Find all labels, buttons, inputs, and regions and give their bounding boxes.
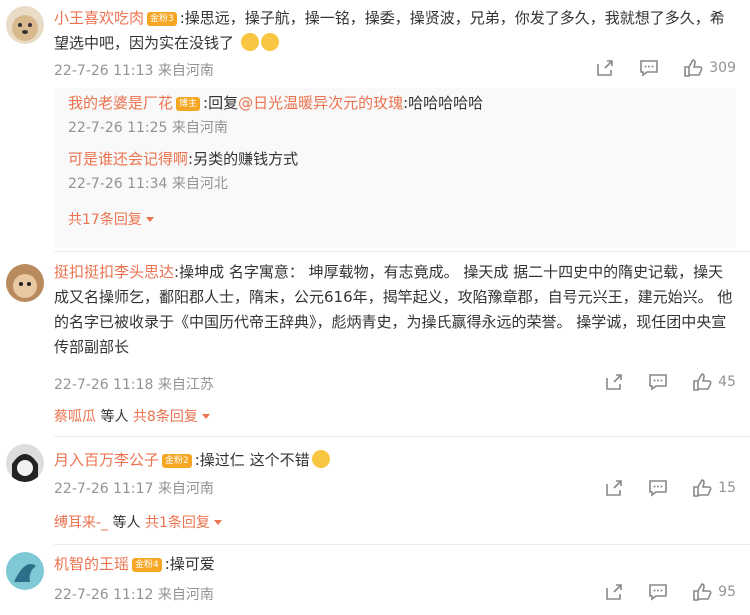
avatar[interactable]	[6, 264, 44, 302]
timestamp: 22-7-26 11:25	[68, 120, 168, 136]
author-badge: 博主	[176, 97, 201, 111]
reply-text: :哈哈哈哈哈	[403, 94, 484, 112]
fan-badge: 金粉3	[147, 12, 177, 26]
share-icon	[597, 60, 614, 76]
reply-count[interactable]: 共8条回复	[133, 409, 198, 425]
comment-meta: 22-7-26 11:18 来自江苏	[54, 374, 214, 394]
cry-emoji-icon	[260, 33, 279, 51]
share-button[interactable]	[604, 582, 624, 602]
comment-icon	[640, 60, 659, 77]
comment-button[interactable]	[648, 582, 668, 602]
mention-link[interactable]: @日光温暖异次元的玫瑰	[238, 94, 403, 112]
comment-body: :操过仁 这个不错	[194, 451, 310, 469]
reply-item: 可是谁还会记得啊:另类的赚钱方式 22-7-26 11:34 来自河北	[54, 141, 736, 197]
comment-text: 月入百万李公子 金粉2:操过仁 这个不错	[54, 448, 736, 473]
username[interactable]: 机智的王瑶	[54, 555, 129, 573]
reply-summary[interactable]: 蔡呱瓜 等人 共8条回复	[54, 406, 210, 426]
location: 来自江苏	[157, 377, 214, 393]
comment-icon	[649, 480, 667, 497]
comment-button[interactable]	[639, 58, 659, 78]
fan-badge: 金粉2	[162, 454, 192, 468]
reply-username[interactable]: 可是谁还会记得啊	[68, 150, 188, 168]
thumbs-up-icon	[693, 583, 712, 601]
reply-text: :另类的赚钱方式	[188, 150, 299, 168]
cry-emoji-icon	[240, 33, 259, 51]
timestamp: 22-7-26 11:12	[54, 587, 154, 603]
chevron-down-icon	[201, 414, 210, 419]
chevron-down-icon	[145, 217, 154, 222]
reply-count[interactable]: 共1条回复	[145, 515, 210, 531]
username[interactable]: 挺扣挺扣李头思达	[54, 263, 174, 281]
fan-badge: 金粉4	[132, 558, 162, 572]
more-replies-button[interactable]: 共17条回复	[54, 197, 736, 229]
comment-body: :操可爱	[164, 555, 215, 573]
comment-icon	[649, 584, 667, 601]
reply-middle: 等人	[100, 409, 129, 425]
reply-summary[interactable]: 缚耳来-_ 等人 共1条回复	[54, 512, 222, 532]
comment-icon	[649, 374, 667, 391]
location: 来自河北	[171, 176, 228, 192]
comment-meta: 22-7-26 11:13 来自河南	[54, 60, 214, 80]
timestamp: 22-7-26 11:13	[54, 63, 154, 79]
timestamp: 22-7-26 11:17	[54, 481, 154, 497]
divider	[54, 251, 750, 252]
like-count: 309	[709, 60, 736, 76]
like-button[interactable]: 309	[683, 58, 736, 78]
like-count: 15	[718, 480, 736, 496]
like-button[interactable]: 45	[692, 372, 736, 392]
location: 来自河南	[171, 120, 228, 136]
reply-prefix: :回复	[203, 94, 239, 112]
like-count: 45	[718, 374, 736, 390]
comment-meta: 22-7-26 11:17 来自河南	[54, 478, 214, 498]
comment-actions: 309	[571, 58, 736, 78]
share-icon	[606, 584, 622, 600]
thumbs-up-icon	[693, 479, 712, 497]
username[interactable]: 小王喜欢吃肉	[54, 9, 144, 27]
avatar[interactable]	[6, 552, 44, 590]
location: 来自河南	[157, 587, 214, 603]
reply-box: 我的老婆是厂花 博主:回复@日光温暖异次元的玫瑰:哈哈哈哈哈 22-7-26 11…	[54, 88, 736, 248]
reply-user[interactable]: 蔡呱瓜	[54, 409, 96, 425]
avatar[interactable]	[6, 444, 44, 482]
comment-meta: 22-7-26 11:12 来自河南	[54, 584, 214, 604]
thumbs-up-icon	[693, 373, 712, 391]
location: 来自河南	[157, 481, 214, 497]
divider	[54, 544, 750, 545]
username[interactable]: 月入百万李公子	[54, 451, 159, 469]
like-button[interactable]: 15	[692, 478, 736, 498]
comment-button[interactable]	[648, 478, 668, 498]
comment-text: 小王喜欢吃肉 金粉3:操思远，操子航，操一铭，操委，操贤波，兄弟，你发了多久，我就…	[54, 6, 736, 56]
reply-user[interactable]: 缚耳来-_	[54, 515, 108, 531]
comment-actions: 45	[580, 372, 736, 392]
comment-actions: 95	[580, 582, 736, 602]
timestamp: 22-7-26 11:18	[54, 377, 154, 393]
like-button[interactable]: 95	[692, 582, 736, 602]
share-button[interactable]	[595, 58, 615, 78]
comment-text: 挺扣挺扣李头思达:操坤成 名字寓意： 坤厚载物，有志竟成。 操天成 据二十四史中…	[54, 260, 736, 360]
comment-button[interactable]	[648, 372, 668, 392]
reply-middle: 等人	[112, 515, 141, 531]
like-count: 95	[718, 584, 736, 600]
more-replies-label: 共17条回复	[68, 212, 142, 228]
share-icon	[606, 374, 622, 390]
reply-username[interactable]: 我的老婆是厂花	[68, 94, 173, 112]
location: 来自河南	[157, 63, 214, 79]
share-button[interactable]	[604, 372, 624, 392]
reply-item: 我的老婆是厂花 博主:回复@日光温暖异次元的玫瑰:哈哈哈哈哈 22-7-26 11…	[54, 88, 736, 141]
divider	[54, 436, 750, 437]
share-icon	[606, 480, 622, 496]
share-button[interactable]	[604, 478, 624, 498]
doge-emoji-icon	[311, 450, 330, 468]
comment-text: 机智的王瑶 金粉4:操可爱	[54, 552, 736, 577]
chevron-down-icon	[213, 520, 222, 525]
avatar[interactable]	[6, 6, 44, 44]
comment-actions: 15	[580, 478, 736, 498]
thumbs-up-icon	[684, 59, 703, 77]
timestamp: 22-7-26 11:34	[68, 176, 168, 192]
